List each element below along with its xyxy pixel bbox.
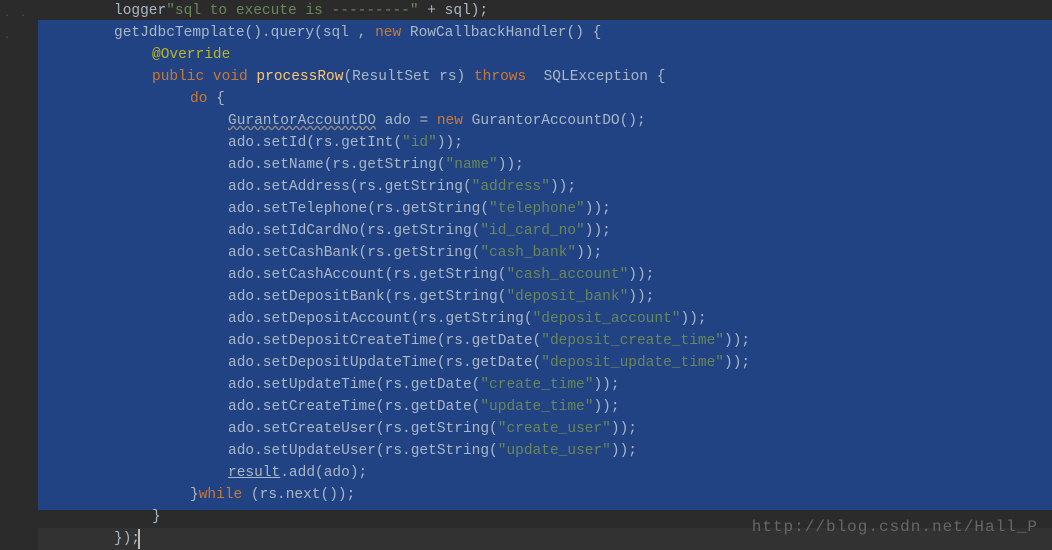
code-line[interactable]: ado.setTelephone(rs.getString("telephone… bbox=[38, 198, 750, 220]
gutter: . . . bbox=[0, 0, 38, 544]
code-line[interactable]: public void processRow(ResultSet rs) thr… bbox=[38, 66, 750, 88]
fold-marker: . . . bbox=[4, 4, 38, 48]
code-line[interactable]: ado.setUpdateUser(rs.getString("update_u… bbox=[38, 440, 750, 462]
code-line[interactable]: logger"sql to execute is ---------" + sq… bbox=[38, 0, 750, 22]
code-line[interactable]: result.add(ado); bbox=[38, 462, 750, 484]
code-content[interactable]: logger"sql to execute is ---------" + sq… bbox=[38, 0, 750, 550]
code-line[interactable]: } bbox=[38, 506, 750, 528]
code-line[interactable]: ado.setName(rs.getString("name")); bbox=[38, 154, 750, 176]
code-line[interactable]: ado.setCashBank(rs.getString("cash_bank"… bbox=[38, 242, 750, 264]
code-line[interactable]: ado.setCreateUser(rs.getString("create_u… bbox=[38, 418, 750, 440]
code-line[interactable]: ado.setDepositUpdateTime(rs.getDate("dep… bbox=[38, 352, 750, 374]
code-line[interactable]: }while (rs.next()); bbox=[38, 484, 750, 506]
code-line[interactable]: do { bbox=[38, 88, 750, 110]
code-line[interactable]: ado.setIdCardNo(rs.getString("id_card_no… bbox=[38, 220, 750, 242]
code-line[interactable]: ado.setAddress(rs.getString("address")); bbox=[38, 176, 750, 198]
code-line[interactable]: ado.setDepositAccount(rs.getString("depo… bbox=[38, 308, 750, 330]
code-line[interactable]: ado.setUpdateTime(rs.getDate("create_tim… bbox=[38, 374, 750, 396]
code-line[interactable]: ado.setCreateTime(rs.getDate("update_tim… bbox=[38, 396, 750, 418]
code-line[interactable]: }); bbox=[38, 528, 750, 550]
code-line[interactable]: getJdbcTemplate().query(sql , new RowCal… bbox=[38, 22, 750, 44]
code-line[interactable]: ado.setDepositCreateTime(rs.getDate("dep… bbox=[38, 330, 750, 352]
code-area[interactable]: logger"sql to execute is ---------" + sq… bbox=[38, 0, 1052, 544]
code-line[interactable]: GurantorAccountDO ado = new GurantorAcco… bbox=[38, 110, 750, 132]
code-line[interactable]: ado.setId(rs.getInt("id")); bbox=[38, 132, 750, 154]
code-line[interactable]: ado.setDepositBank(rs.getString("deposit… bbox=[38, 286, 750, 308]
code-editor[interactable]: . . . logger"sql to execute is ---------… bbox=[0, 0, 1052, 544]
code-line[interactable]: @Override bbox=[38, 44, 750, 66]
code-line[interactable]: ado.setCashAccount(rs.getString("cash_ac… bbox=[38, 264, 750, 286]
